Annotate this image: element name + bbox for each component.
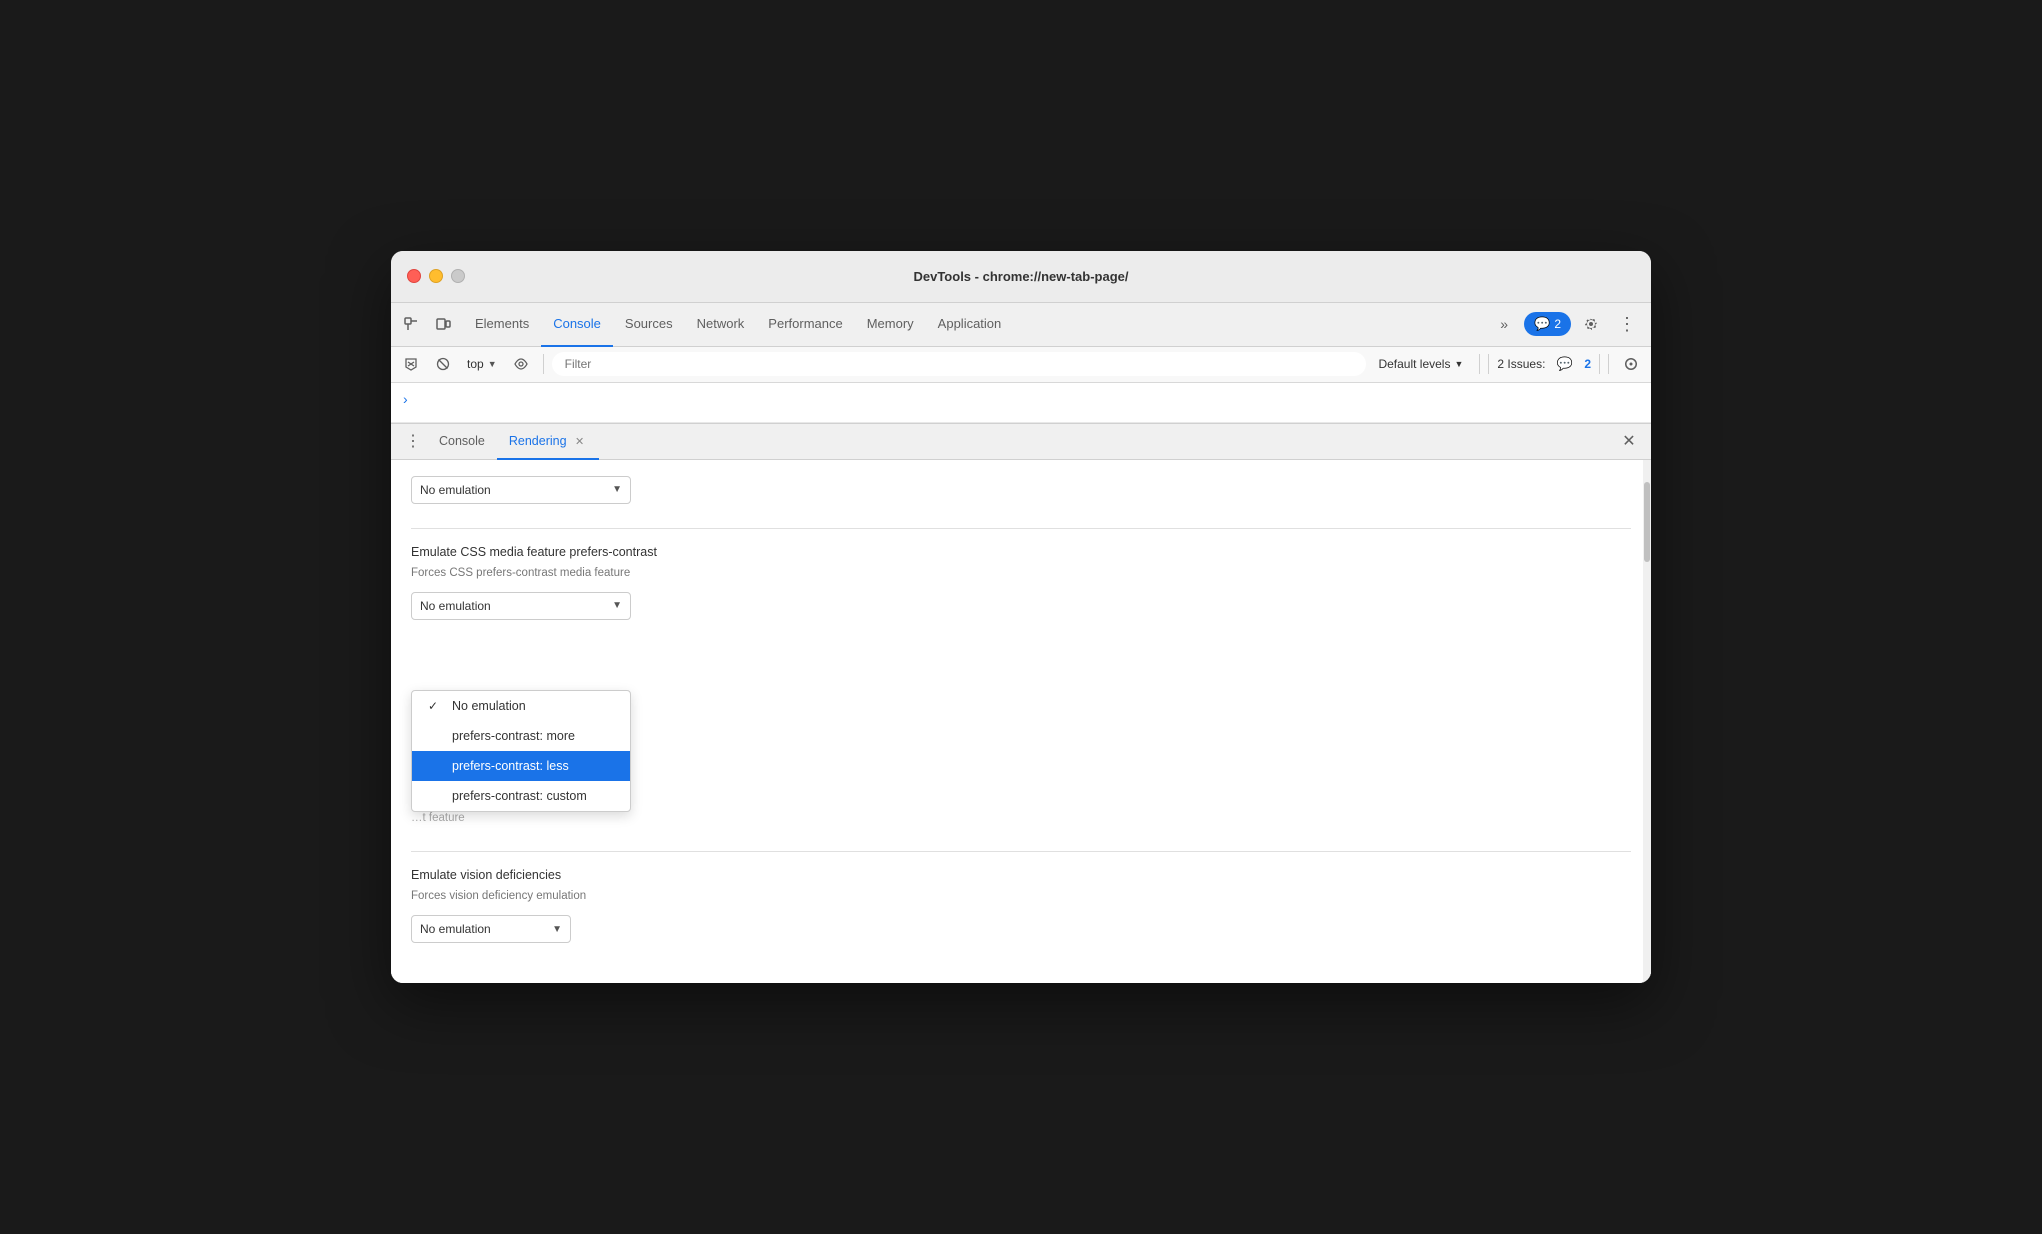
panel-tab-rendering[interactable]: Rendering ✕ [497,424,599,460]
contrast-dropdown-menu: ✓ No emulation prefers-contrast: more pr… [411,690,631,812]
issues-chat-icon: 💬 [1557,356,1573,372]
inspect-element-button[interactable] [395,308,427,340]
panel-tabs: ⋮ Console Rendering ✕ ✕ [391,424,1651,460]
more-tabs-button[interactable]: » [1488,308,1520,340]
default-levels-button[interactable]: Default levels ▼ [1370,355,1471,373]
filter-input[interactable] [552,352,1367,376]
context-label: top [467,357,484,371]
tab-console[interactable]: Console [541,303,613,347]
bottom-panel: ⋮ Console Rendering ✕ ✕ No emulation ▼ [391,423,1651,984]
close-button[interactable] [407,269,421,283]
prefers-contrast-dropdown[interactable]: No emulation ▼ [411,592,631,620]
gamut-desc: …t feature [411,810,1631,827]
vision-section: Emulate vision deficiencies Forces visio… [411,868,1631,943]
eye-button[interactable] [507,350,535,378]
issues-icon: 💬 [1534,316,1550,332]
more-options-button[interactable]: ⋮ [1611,308,1643,340]
panel-close-button[interactable]: ✕ [1615,427,1643,455]
block-errors-button[interactable] [429,350,457,378]
context-selector[interactable]: top ▼ [461,355,503,373]
vision-dropdown[interactable]: No emulation ▼ [411,915,571,943]
dropdown-option-more[interactable]: prefers-contrast: more [412,721,630,751]
contrast-dropdown-arrow: ▼ [612,600,622,611]
traffic-lights [407,269,465,283]
tab-bar: Elements Console Sources Network Perform… [463,303,1488,346]
prefers-contrast-desc: Forces CSS prefers-contrast media featur… [411,565,1631,582]
devtools-window: DevTools - chrome://new-tab-page/ Elemen… [391,251,1651,984]
panel-tab-console[interactable]: Console [427,424,497,460]
clear-console-button[interactable] [397,350,425,378]
dropdown-option-no-emulation[interactable]: ✓ No emulation [412,691,630,721]
levels-arrow: ▼ [1454,359,1463,369]
tab-elements[interactable]: Elements [463,303,541,347]
prefers-contrast-label: Emulate CSS media feature prefers-contra… [411,545,1631,559]
device-mode-button[interactable] [427,308,459,340]
first-emulation-section: No emulation ▼ [411,476,1631,504]
tab-performance[interactable]: Performance [756,303,854,347]
panel-more-button[interactable]: ⋮ [399,427,427,455]
window-title: DevTools - chrome://new-tab-page/ [913,269,1128,284]
context-arrow: ▼ [488,359,497,369]
scrollbar-thumb[interactable] [1644,482,1650,562]
console-toolbar: top ▼ Default levels ▼ 2 Issues: 💬 2 [391,347,1651,383]
vision-desc: Forces vision deficiency emulation [411,888,1631,905]
issues-number: 2 [1584,357,1591,371]
dropdown-option-less[interactable]: prefers-contrast: less [412,751,630,781]
vision-label: Emulate vision deficiencies [411,868,1631,882]
tab-sources[interactable]: Sources [613,303,685,347]
divider [543,354,544,374]
tab-memory[interactable]: Memory [855,303,926,347]
rendering-panel: No emulation ▼ Emulate CSS media feature… [391,460,1651,984]
scrollbar-track[interactable] [1643,460,1651,984]
section-divider-1 [411,528,1631,529]
main-toolbar: Elements Console Sources Network Perform… [391,303,1651,347]
issues-count-button[interactable]: 2 Issues: 💬 2 [1488,354,1600,374]
issues-count-text: 2 Issues: [1497,357,1545,371]
settings-button[interactable] [1575,308,1607,340]
tab-network[interactable]: Network [685,303,757,347]
issues-label: 2 [1554,317,1561,331]
titlebar: DevTools - chrome://new-tab-page/ [391,251,1651,303]
dropdown-option-custom[interactable]: prefers-contrast: custom [412,781,630,811]
console-prompt[interactable]: › [403,391,408,407]
vision-dropdown-arrow: ▼ [552,924,562,935]
divider2 [1479,354,1480,374]
console-output: › [391,383,1651,423]
toolbar-right: » 💬 2 ⋮ [1488,308,1643,340]
first-emulation-dropdown[interactable]: No emulation ▼ [411,476,631,504]
tab-close-rendering[interactable]: ✕ [573,434,587,448]
prefers-contrast-section: Emulate CSS media feature prefers-contra… [411,545,1631,620]
divider3 [1608,354,1609,374]
check-icon: ✓ [428,699,444,713]
section-divider-2 [411,851,1631,852]
minimize-button[interactable] [429,269,443,283]
tab-application[interactable]: Application [926,303,1014,347]
issues-button[interactable]: 💬 2 [1524,312,1571,336]
console-settings-button[interactable] [1617,350,1645,378]
fullscreen-button[interactable] [451,269,465,283]
first-dropdown-arrow: ▼ [612,484,622,495]
